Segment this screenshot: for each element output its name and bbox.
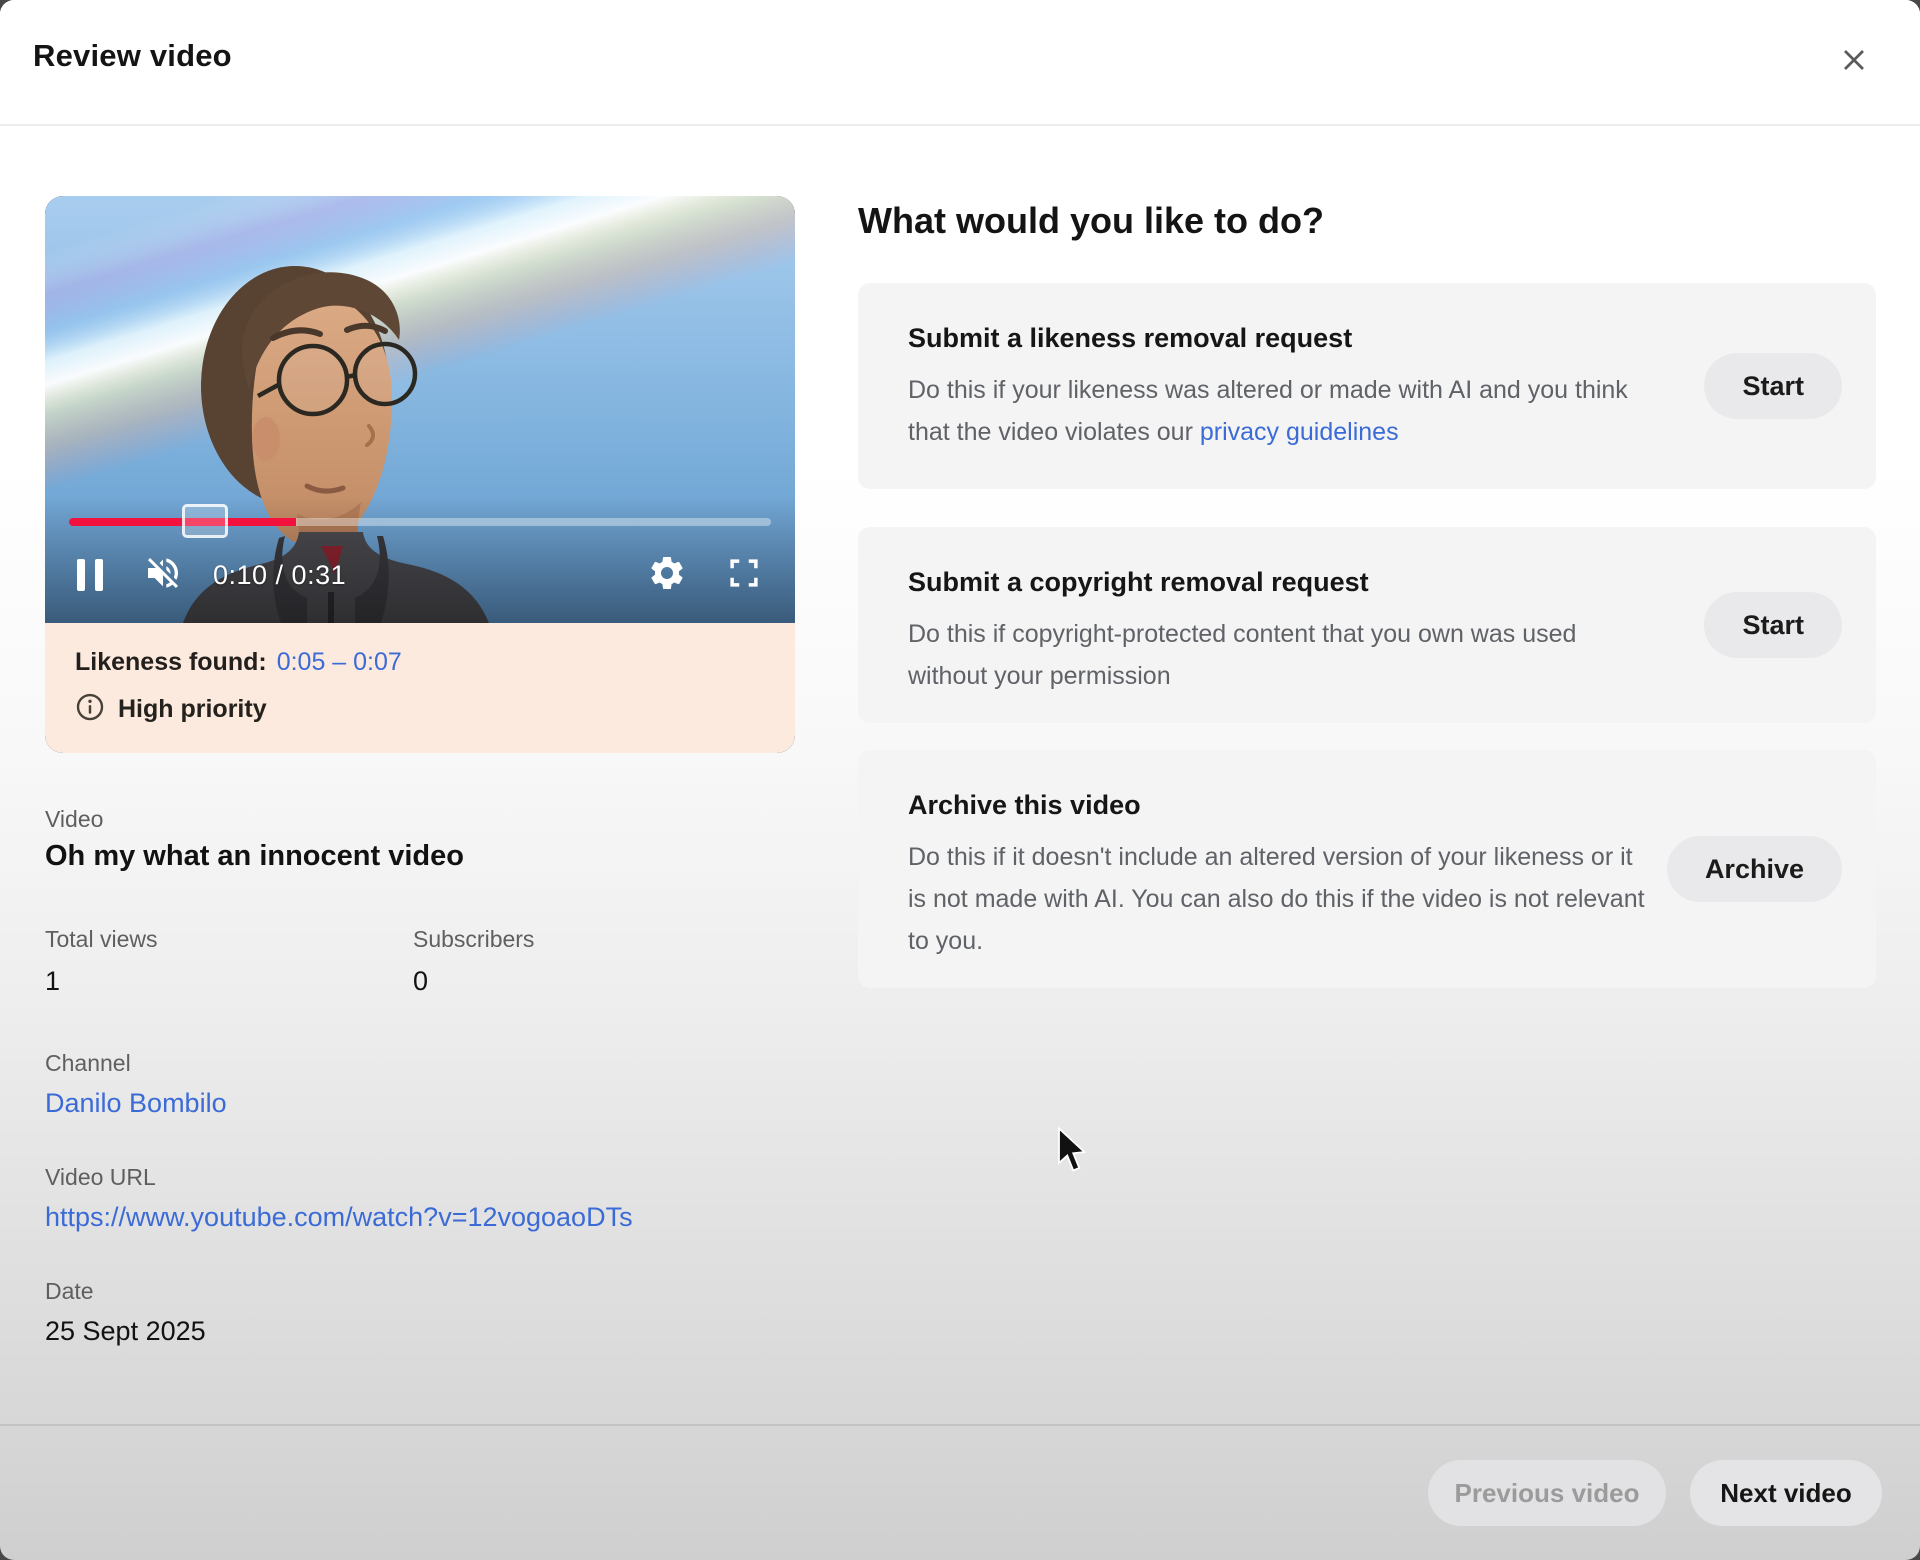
review-video-dialog: Review video (0, 0, 1920, 1560)
close-button[interactable] (1828, 36, 1880, 88)
total-views-value: 1 (45, 966, 60, 997)
video-label: Video (45, 806, 103, 833)
total-views-label: Total views (45, 926, 157, 953)
progress-bar[interactable] (69, 518, 771, 526)
subscribers-label: Subscribers (413, 926, 534, 953)
player-controls: 0:10 / 0:31 (77, 546, 763, 604)
settings-button[interactable] (647, 553, 687, 598)
likeness-removal-card: Submit a likeness removal request Do thi… (858, 283, 1876, 489)
card-title: Submit a copyright removal request (908, 567, 1369, 598)
previous-video-button[interactable]: Previous video (1428, 1460, 1666, 1526)
pause-icon (77, 559, 103, 591)
likeness-timestamp-link[interactable]: 0:05 – 0:07 (277, 648, 402, 677)
muted-speaker-icon (143, 553, 183, 598)
start-likeness-request-button[interactable]: Start (1704, 353, 1842, 419)
actions-heading: What would you like to do? (858, 200, 1324, 242)
card-description: Do this if copyright-protected content t… (908, 613, 1653, 697)
date-label: Date (45, 1278, 94, 1305)
likeness-found-label: Likeness found: (75, 648, 267, 677)
likeness-segment-marker[interactable] (182, 504, 228, 538)
mouse-cursor (1057, 1127, 1091, 1180)
card-description: Do this if your likeness was altered or … (908, 369, 1653, 453)
privacy-guidelines-link[interactable]: privacy guidelines (1200, 418, 1399, 446)
gear-icon (647, 553, 687, 598)
video-title: Oh my what an innocent video (45, 840, 464, 873)
channel-label: Channel (45, 1050, 131, 1077)
info-icon (75, 692, 105, 727)
footer-divider (0, 1424, 1920, 1426)
priority-badge: High priority (118, 695, 267, 724)
video-player-card: 0:10 / 0:31 Likeness found: 0:05 – 0:07 (45, 196, 795, 753)
date-value: 25 Sept 2025 (45, 1316, 206, 1347)
time-display: 0:10 / 0:31 (213, 560, 346, 591)
fullscreen-icon (725, 554, 763, 597)
video-url-link[interactable]: https://www.youtube.com/watch?v=12vogoao… (45, 1202, 633, 1233)
card-title: Archive this video (908, 790, 1141, 821)
subscribers-value: 0 (413, 966, 428, 997)
copyright-removal-card: Submit a copyright removal request Do th… (858, 527, 1876, 723)
next-video-button[interactable]: Next video (1690, 1460, 1882, 1526)
page-title: Review video (33, 38, 232, 74)
dialog-header: Review video (0, 0, 1920, 126)
card-description: Do this if it doesn't include an altered… (908, 836, 1653, 962)
likeness-panel: Likeness found: 0:05 – 0:07 High priorit… (45, 623, 795, 753)
video-url-label: Video URL (45, 1164, 156, 1191)
fullscreen-button[interactable] (725, 554, 763, 597)
close-icon (1836, 42, 1872, 83)
channel-link[interactable]: Danilo Bombilo (45, 1088, 227, 1119)
pause-button[interactable] (77, 559, 103, 591)
archive-button[interactable]: Archive (1667, 836, 1842, 902)
video-player[interactable]: 0:10 / 0:31 (45, 196, 795, 623)
card-title: Submit a likeness removal request (908, 323, 1352, 354)
mute-button[interactable] (143, 553, 183, 598)
archive-video-card: Archive this video Do this if it doesn't… (858, 750, 1876, 988)
start-copyright-request-button[interactable]: Start (1704, 592, 1842, 658)
